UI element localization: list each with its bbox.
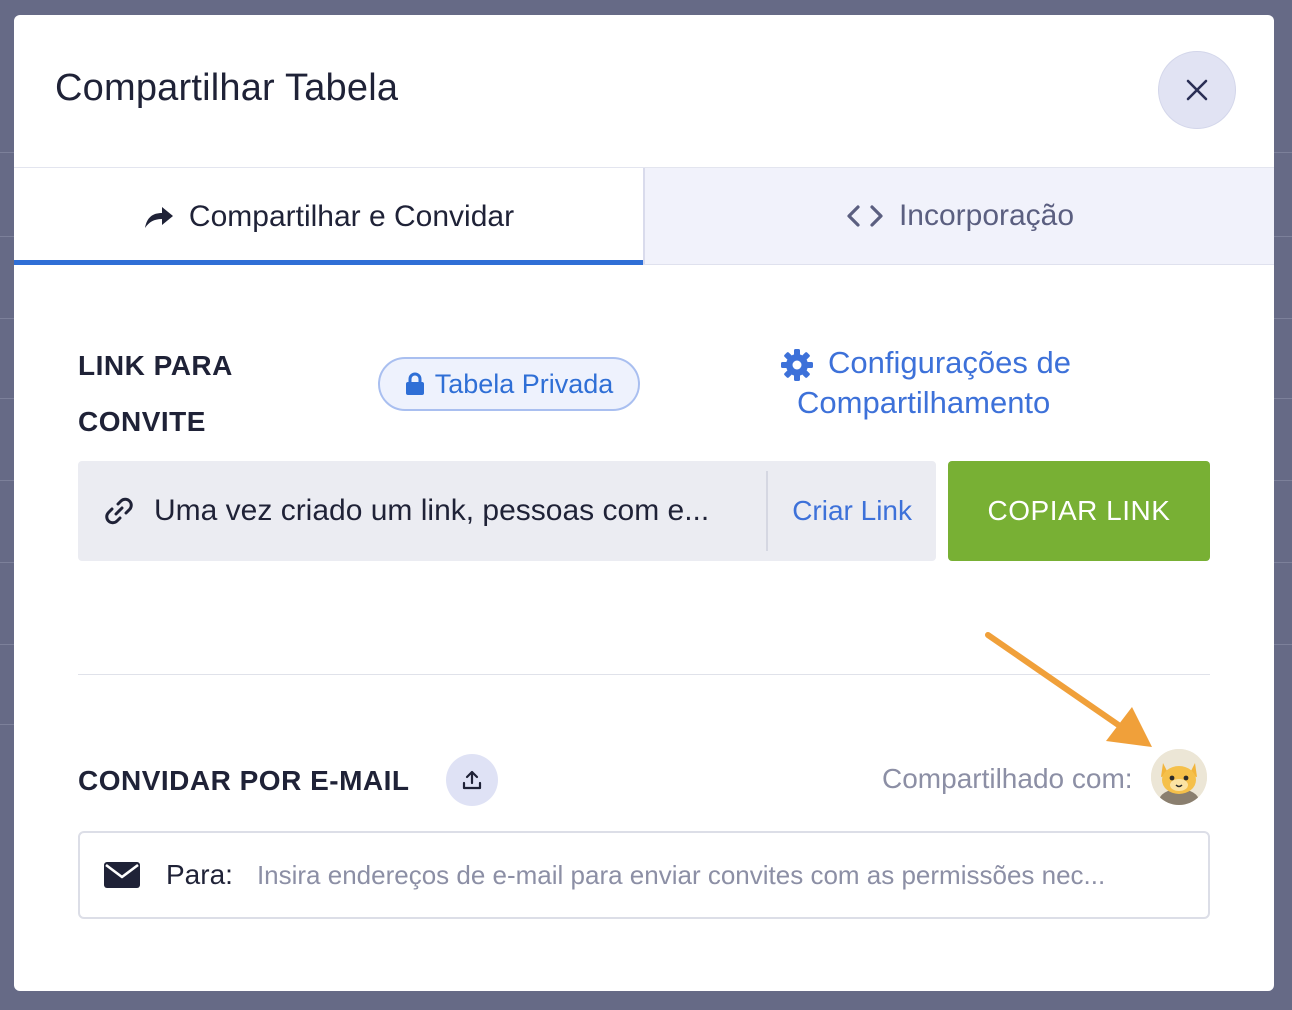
sharing-settings-link[interactable]: Configurações de Compartilhamento	[780, 343, 1120, 423]
invite-link-field: Uma vez criado um link, pessoas com e...…	[78, 461, 936, 561]
close-icon	[1186, 79, 1208, 101]
gear-icon	[781, 349, 813, 381]
modal-title: Compartilhar Tabela	[55, 67, 399, 109]
sharing-settings-line1: Configurações de	[828, 345, 1071, 380]
create-link-button[interactable]: Criar Link	[792, 495, 912, 527]
private-table-badge[interactable]: Tabela Privada	[378, 357, 640, 411]
to-label: Para:	[166, 859, 233, 890]
upload-contacts-button[interactable]	[446, 754, 498, 806]
private-table-badge-label: Tabela Privada	[434, 368, 614, 399]
close-button[interactable]	[1158, 51, 1236, 129]
invite-by-email-label: CONVIDAR POR E-MAIL	[78, 765, 410, 796]
code-icon	[845, 203, 885, 229]
invite-link-text[interactable]: Uma vez criado um link, pessoas com e...	[154, 494, 746, 528]
share-arrow-icon	[143, 204, 175, 230]
share-table-modal: Compartilhar Tabela Compartilhar e Convi…	[14, 15, 1274, 991]
link-icon	[102, 494, 136, 528]
tab-share-invite-label: Compartilhar e Convidar	[188, 199, 515, 233]
envelope-icon	[104, 862, 140, 888]
email-recipients-field: Para:	[78, 831, 1210, 919]
invite-link-label: LINK PARA CONVITE	[78, 350, 232, 437]
shared-user-avatar[interactable]	[1151, 749, 1207, 805]
copy-link-button[interactable]: COPIAR LINK	[948, 461, 1210, 561]
sharing-settings-line2: Compartilhamento	[797, 385, 1051, 420]
shared-with-label: Compartilhado com:	[882, 763, 1133, 794]
upload-icon	[462, 770, 482, 790]
tab-bar: Compartilhar e Convidar Incorporação	[14, 168, 1274, 265]
tab-embed-label: Incorporação	[898, 199, 1075, 232]
email-input[interactable]	[254, 858, 1178, 892]
lock-icon	[405, 372, 424, 395]
tab-embed[interactable]: Incorporação	[643, 168, 1274, 265]
link-field-divider	[766, 471, 769, 551]
annotation-arrow	[985, 632, 1152, 747]
tab-share-invite[interactable]: Compartilhar e Convidar	[14, 168, 643, 265]
